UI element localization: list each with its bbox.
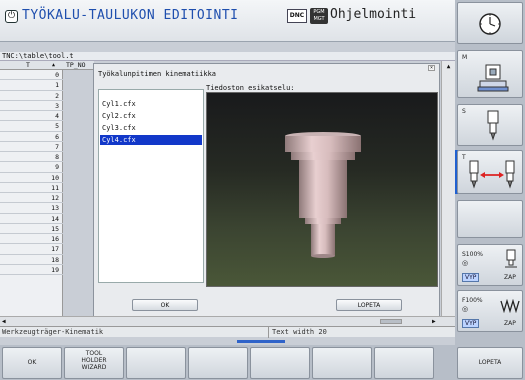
vyp-feed-button[interactable]: VYP [462, 319, 480, 328]
list-item-selected[interactable]: Cyl4.cfx [100, 135, 202, 145]
zap-label: ZAP [504, 274, 516, 281]
table-row[interactable]: 17 [0, 244, 63, 255]
table-row[interactable]: 6 [0, 132, 63, 142]
table-row[interactable]: 10 [0, 173, 63, 183]
m-function-icon [477, 64, 509, 92]
dnc-badge[interactable]: DNC [287, 9, 307, 23]
col-header-tp-no[interactable]: TP_NO [66, 61, 86, 70]
right-softkey-bar: M S T S100% ◎ VYP ZAP F100% ◎ VYP ZAP [455, 0, 525, 345]
empty-softkey[interactable] [374, 347, 434, 379]
zap-feed-label: ZAP [504, 320, 516, 327]
s-spindle-button[interactable]: S [457, 104, 523, 146]
table-row[interactable]: 7 [0, 142, 63, 152]
feed-override-button[interactable]: F100% ◎ VYP ZAP [457, 290, 523, 332]
text-width-info: Text width 20 [268, 327, 327, 338]
m-function-button[interactable]: M [457, 50, 523, 98]
table-row[interactable]: 0 [0, 70, 63, 81]
tool-holder-preview-image [285, 132, 361, 258]
status-line: Werkzeugträger-Kinematik Text width 20 [0, 326, 455, 338]
table-row[interactable]: 12 [0, 193, 63, 204]
col-header-t[interactable]: T [26, 61, 30, 70]
table-row[interactable]: 5 [0, 121, 63, 132]
mode-title: TYÖKALU-TAULUKON EDITOINTI [22, 8, 239, 23]
tool-number-column: 0 1 2 3 4 5 6 7 8 9 10 11 12 13 14 15 16… [0, 70, 63, 316]
dialog-title: Työkalunpitimen kinematiikka [98, 70, 217, 78]
table-header: T ▲ TP_NO [0, 61, 94, 70]
softkey-line: HOLDER [81, 357, 107, 364]
power-icon[interactable]: ⏻ [5, 10, 18, 23]
tool-change-icon [469, 160, 515, 189]
tool-holder-wizard-softkey[interactable]: TOOL HOLDER WIZARD [64, 347, 124, 379]
list-item[interactable]: Cyl2.cfx [100, 111, 202, 121]
scroll-thumb[interactable] [380, 319, 402, 324]
override-knob-icon: ◎ [462, 259, 469, 267]
spindle-icon [487, 110, 499, 141]
pgm-badge-line1: PGM [313, 9, 325, 15]
operating-mode-title: Ohjelmointi [330, 7, 417, 22]
scroll-left-icon[interactable]: ◀ [2, 318, 6, 325]
file-path: TNC:\table\tool.t [0, 52, 455, 61]
feed-knob-icon: ◎ [462, 305, 469, 313]
table-row[interactable]: 2 [0, 91, 63, 101]
close-icon[interactable]: × [428, 65, 435, 71]
header-bar: ⏻ TYÖKALU-TAULUKON EDITOINTI DNC PGM MGT… [0, 0, 455, 42]
s100-label: S100% [462, 251, 483, 258]
ok-softkey[interactable]: OK [2, 347, 62, 379]
table-row[interactable]: 16 [0, 234, 63, 245]
preview-label: Tiedoston esikatselu: [206, 84, 295, 92]
table-vertical-scrollbar[interactable]: ▲ [441, 61, 455, 316]
kinematics-dialog: × Työkalunpitimen kinematiikka Tiedoston… [93, 63, 440, 318]
table-row[interactable]: 18 [0, 255, 63, 265]
table-row[interactable]: 9 [0, 162, 63, 173]
spindle-small-icon [505, 249, 517, 268]
table-row[interactable]: 11 [0, 183, 63, 193]
table-row[interactable]: 1 [0, 80, 63, 91]
list-item[interactable]: Cyl1.cfx [100, 99, 202, 109]
table-row[interactable]: 15 [0, 224, 63, 234]
t-tool-button[interactable]: T [457, 150, 523, 194]
horizontal-scrollbar[interactable]: ◀ ▶ [0, 316, 455, 326]
empty-softkey[interactable] [250, 347, 310, 379]
empty-softkey[interactable] [312, 347, 372, 379]
vyp-button[interactable]: VYP [462, 273, 480, 282]
file-preview [206, 92, 438, 287]
empty-softkey[interactable] [126, 347, 186, 379]
table-row[interactable]: 13 [0, 203, 63, 214]
list-item[interactable]: Cyl3.cfx [100, 123, 202, 133]
table-row[interactable]: 8 [0, 152, 63, 163]
spindle-override-button[interactable]: S100% ◎ VYP ZAP [457, 244, 523, 286]
ok-button[interactable]: OK [132, 299, 198, 311]
table-row[interactable]: 3 [0, 101, 63, 111]
table-row[interactable]: 14 [0, 214, 63, 224]
table-row[interactable]: 19 [0, 265, 63, 275]
table-row[interactable]: 4 [0, 111, 63, 122]
cancel-button[interactable]: LOPETA [336, 299, 402, 311]
scroll-up-icon[interactable]: ▲ [444, 63, 453, 73]
f100-label: F100% [462, 297, 483, 304]
softkey-page-indicator [237, 340, 285, 343]
empty-softkey[interactable] [457, 200, 523, 238]
feed-wave-icon [500, 299, 520, 313]
clock-button[interactable] [457, 2, 523, 44]
scroll-right-icon[interactable]: ▶ [432, 318, 436, 325]
sort-arrow-icon: ▲ [52, 62, 56, 68]
clock-icon [479, 13, 501, 35]
pgm-badge-line2: MGT [313, 16, 325, 22]
bottom-softkey-bar: OK TOOL HOLDER WIZARD LOPETA [0, 345, 525, 380]
m-label: M [462, 54, 468, 61]
pgm-mgt-badge[interactable]: PGM MGT [310, 8, 328, 24]
softkey-line: TOOL [85, 350, 103, 357]
file-list: Cyl1.cfx Cyl2.cfx Cyl3.cfx Cyl4.cfx [98, 89, 204, 283]
s-label: S [462, 108, 466, 115]
softkey-line: WIZARD [81, 364, 107, 371]
lopeta-softkey[interactable]: LOPETA [457, 347, 523, 379]
status-text: Werkzeugträger-Kinematik [2, 328, 104, 336]
empty-softkey[interactable] [188, 347, 248, 379]
